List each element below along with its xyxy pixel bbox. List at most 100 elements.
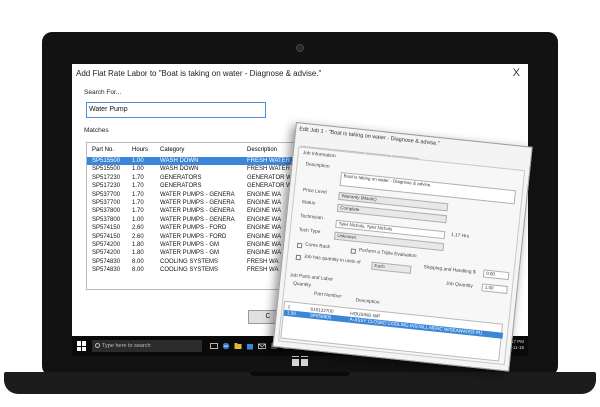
taskbar-search[interactable]: Type here to search: [92, 340, 202, 352]
cell-hours: 1.00: [132, 166, 144, 173]
shipping-field[interactable]: 0.00: [482, 269, 510, 281]
file-explorer-icon[interactable]: [234, 342, 242, 350]
search-icon: [95, 343, 100, 348]
cell-part-no: SP537700: [92, 199, 121, 206]
table-row[interactable]: SP537700 1.70 WATER PUMPS - GENERA ENGINE W…: [87, 191, 295, 199]
cell-hours: 1.70: [132, 191, 144, 198]
cell-category: WATER PUMPS - GM: [160, 250, 219, 257]
table-header: Part No. Hours Category Description: [87, 143, 295, 157]
description-label: Description: [305, 162, 330, 170]
table-row[interactable]: SP574150 2.60 WATER PUMPS - FORD ENGINE WA: [87, 224, 295, 232]
store-icon[interactable]: [246, 342, 254, 350]
come-back-checkbox[interactable]: [296, 242, 303, 249]
cell-category: GENERATORS: [160, 174, 202, 181]
units-checkbox[interactable]: [295, 254, 302, 261]
column-header-category[interactable]: Category: [160, 143, 244, 157]
units-label: Job has quantity in units of: [303, 254, 361, 266]
cell-hours: 8.00: [132, 267, 144, 274]
status-label: Status: [301, 200, 316, 207]
cell-category: WATER PUMPS - FORD: [160, 225, 227, 232]
table-row[interactable]: SP574200 1.80 WATER PUMPS - GM ENGINE WA: [87, 249, 295, 257]
cell-part-no: SP574150: [92, 233, 121, 240]
webcam: [296, 44, 304, 52]
cell-part-no: SP515500: [92, 158, 121, 164]
cell-hours: 1.70: [132, 199, 144, 206]
cell-hours: 2.60: [132, 225, 144, 232]
cell-part-no: SP517230: [92, 174, 121, 181]
list-item-part-number: SP658800: [309, 312, 332, 320]
table-row[interactable]: SP517230 1.70 GENERATORS GENERATOR W: [87, 174, 295, 182]
parts-col-description[interactable]: Description: [355, 298, 379, 305]
cell-part-no: SP574200: [92, 241, 121, 248]
cell-category: WATER PUMPS - GENERA: [160, 191, 235, 198]
cell-hours: 8.00: [132, 258, 144, 265]
units-field[interactable]: Each: [370, 261, 412, 274]
matches-table[interactable]: Part No. Hours Category Description SP51…: [86, 142, 296, 290]
cell-hours: 1.70: [132, 183, 144, 190]
laptop-hinge: [250, 372, 350, 376]
cell-part-no: SP574150: [92, 225, 121, 232]
mail-icon[interactable]: [258, 342, 266, 350]
table-row[interactable]: SP537800 1.00 WATER PUMPS - GENERA ENGINE W…: [87, 216, 295, 224]
table-row[interactable]: SP537800 1.70 WATER PUMPS - GENERA ENGINE W…: [87, 207, 295, 215]
cell-description: FRESH WATER: [247, 166, 290, 173]
triple-evaluation-checkbox[interactable]: [350, 248, 357, 254]
dialog-title: Add Flat Rate Labor to "Boat is taking o…: [76, 69, 322, 78]
cell-part-no: SP574830: [92, 258, 121, 265]
parts-col-part-number[interactable]: Part Number: [314, 292, 342, 300]
table-row[interactable]: SP574150 2.60 WATER PUMPS - FORD ENGINE WA: [87, 233, 295, 241]
cell-part-no: SP537800: [92, 216, 121, 223]
table-row[interactable]: SP515500 1.00 WASH DOWN FRESH WATER: [87, 165, 295, 173]
edge-browser-icon[interactable]: [222, 342, 230, 350]
search-label: Search For...: [84, 89, 122, 96]
table-row[interactable]: SP515500 1.00 WASH DOWN FRESH WATER: [87, 157, 295, 166]
search-input[interactable]: Water Pump: [86, 102, 266, 118]
table-row[interactable]: SP537700 1.70 WATER PUMPS - GENERA ENGINE W…: [87, 199, 295, 207]
cell-category: GENERATORS: [160, 183, 202, 190]
taskbar-search-placeholder: Type here to search: [102, 343, 151, 349]
come-back-label: Come Back: [304, 242, 331, 251]
technician-label: Technician: [299, 213, 323, 222]
edit-job-dialog: Edit Job 1 - "Boat is taking on water - …: [272, 122, 533, 372]
table-row[interactable]: SP574830 8.00 COOLING SYSTEMS FRESH WA: [87, 266, 295, 274]
cell-part-no: SP574830: [92, 267, 121, 274]
cell-category: WASH DOWN: [160, 166, 199, 173]
cell-part-no: SP517230: [92, 183, 121, 190]
cell-hours: 1.70: [132, 174, 144, 181]
cell-category: COOLING SYSTEMS: [160, 267, 219, 274]
table-row[interactable]: SP574200 1.80 WATER PUMPS - GM ENGINE WA: [87, 241, 295, 249]
list-item-quantity: 1.00: [286, 310, 297, 317]
matches-label: Matches: [84, 127, 109, 134]
cell-hours: 1.80: [132, 250, 144, 257]
cell-part-no: SP515500: [92, 166, 121, 173]
column-header-part-no[interactable]: Part No.: [92, 143, 130, 157]
job-information-label: Job Information: [302, 150, 336, 160]
cell-category: COOLING SYSTEMS: [160, 258, 219, 265]
price-level-label: Price Level: [302, 188, 327, 196]
technician-hours: 1.17 Hrs: [450, 232, 470, 240]
cell-hours: 1.00: [132, 158, 144, 164]
tech-type-label: Tech Type: [298, 227, 321, 236]
table-row[interactable]: SP574830 8.00 COOLING SYSTEMS FRESH WA: [87, 258, 295, 266]
parts-col-quantity[interactable]: Quantity: [293, 282, 311, 289]
job-quantity-label: Job Quantity: [445, 281, 473, 290]
close-icon[interactable]: X: [513, 67, 520, 79]
cell-hours: 1.00: [132, 216, 144, 223]
cell-hours: 1.70: [132, 208, 144, 215]
cell-category: WATER PUMPS - GENERA: [160, 208, 235, 215]
shipping-label: Shipping and Handling $: [423, 265, 476, 276]
job-quantity-field[interactable]: 1.00: [481, 283, 509, 295]
start-button[interactable]: [77, 341, 87, 351]
cell-category: WATER PUMPS - GENERA: [160, 199, 235, 206]
cell-category: WATER PUMPS - GENERA: [160, 216, 235, 223]
cell-hours: 1.80: [132, 241, 144, 248]
cell-category: WASH DOWN: [160, 158, 199, 164]
cell-description: GENERATOR W: [247, 174, 292, 181]
table-row[interactable]: SP517230 1.70 GENERATORS GENERATOR W: [87, 182, 295, 190]
cell-description: FRESH WATER: [247, 158, 290, 164]
cell-category: WATER PUMPS - FORD: [160, 233, 227, 240]
column-header-hours[interactable]: Hours: [132, 143, 158, 157]
task-view-icon[interactable]: [210, 342, 218, 350]
cell-hours: 2.60: [132, 233, 144, 240]
column-header-description[interactable]: Description: [247, 143, 295, 157]
